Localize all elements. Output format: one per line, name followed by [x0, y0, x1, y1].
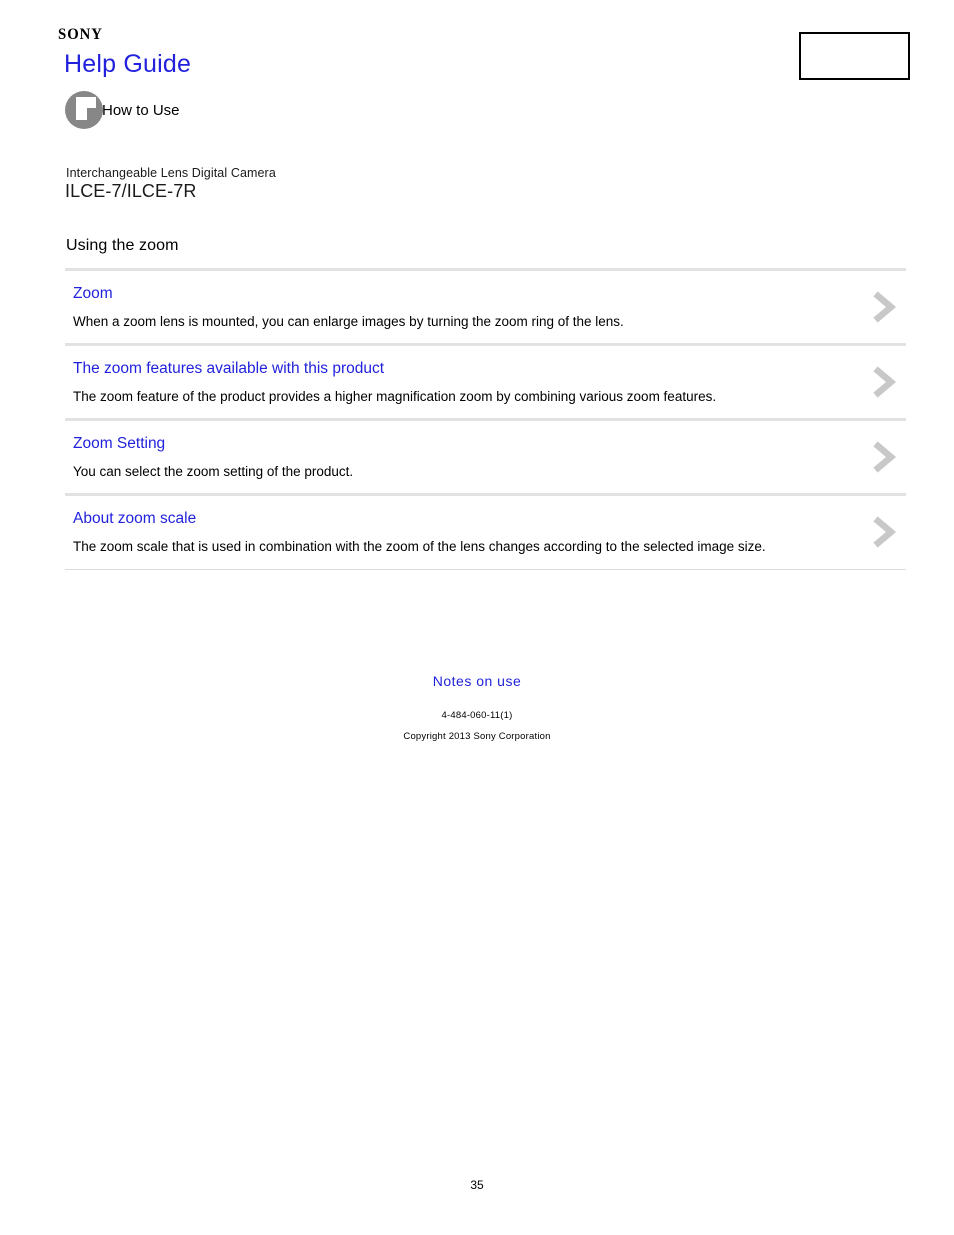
- how-to-use-icon-notch: [87, 108, 96, 120]
- topic-description: The zoom scale that is used in combinati…: [73, 539, 766, 555]
- how-to-use-tab[interactable]: How to Use: [65, 91, 180, 129]
- topic-link-about-zoom-scale[interactable]: About zoom scale: [73, 509, 850, 530]
- topic-description: You can select the zoom setting of the p…: [73, 464, 354, 480]
- chevron-right-icon[interactable]: [868, 362, 902, 402]
- chevron-right-icon[interactable]: [868, 287, 902, 327]
- topic-link-zoom[interactable]: Zoom: [73, 284, 850, 305]
- topic-text: Zoom When a zoom lens is mounted, you ca…: [65, 284, 906, 331]
- topic-row[interactable]: The zoom features available with this pr…: [65, 346, 906, 418]
- topic-text: The zoom features available with this pr…: [65, 359, 906, 406]
- chevron-right-icon[interactable]: [868, 437, 902, 477]
- how-to-use-label: How to Use: [102, 101, 180, 119]
- corner-placeholder-box: [799, 32, 910, 80]
- divider: [65, 568, 906, 570]
- chevron-right-icon[interactable]: [868, 512, 902, 552]
- topic-row[interactable]: About zoom scale The zoom scale that is …: [65, 496, 906, 568]
- product-category: Interchangeable Lens Digital Camera: [66, 166, 276, 180]
- topic-text: Zoom Setting You can select the zoom set…: [65, 434, 906, 481]
- topic-list: Zoom When a zoom lens is mounted, you ca…: [65, 268, 906, 570]
- topic-row[interactable]: Zoom When a zoom lens is mounted, you ca…: [65, 271, 906, 343]
- copyright-notice: Copyright 2013 Sony Corporation: [403, 731, 551, 742]
- section-title: Using the zoom: [66, 237, 179, 254]
- document-code: 4-484-060-11(1): [441, 710, 513, 721]
- product-model: ILCE-7/ILCE-7R: [65, 181, 197, 201]
- topic-link-zoom-setting[interactable]: Zoom Setting: [73, 434, 850, 455]
- topic-link-zoom-features[interactable]: The zoom features available with this pr…: [73, 359, 850, 380]
- sony-logo: SONY: [58, 26, 103, 43]
- topic-description: When a zoom lens is mounted, you can enl…: [73, 313, 624, 329]
- page-number: 35: [470, 1178, 484, 1192]
- notes-on-use-link[interactable]: Notes on use: [0, 673, 954, 689]
- topic-row[interactable]: Zoom Setting You can select the zoom set…: [65, 421, 906, 493]
- topic-description: The zoom feature of the product provides…: [73, 389, 717, 405]
- page-title: Help Guide: [64, 50, 192, 78]
- topic-text: About zoom scale The zoom scale that is …: [65, 509, 906, 556]
